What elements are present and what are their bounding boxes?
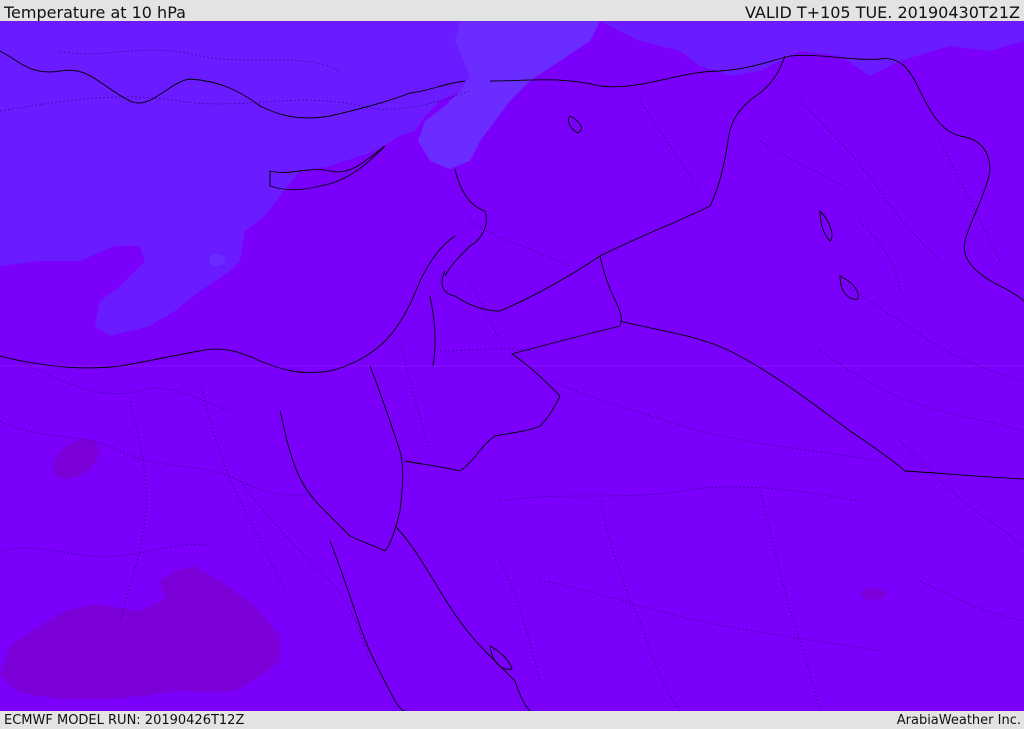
cool-patch [490,31,530,51]
model-run-label: ECMWF MODEL RUN: 20190426T12Z [4,713,245,728]
map-figure: Temperature at 10 hPa VALID T+105 TUE. 2… [0,0,1024,729]
map-svg [0,21,1024,711]
cool-patch-small [209,254,225,266]
footer-bar: ECMWF MODEL RUN: 20190426T12Z ArabiaWeat… [0,711,1024,729]
header-bar: Temperature at 10 hPa VALID T+105 TUE. 2… [0,0,1024,22]
warm-patch-east [861,588,887,600]
credit-label: ArabiaWeather Inc. [896,713,1021,728]
map-title: Temperature at 10 hPa [4,3,186,22]
valid-time-label: VALID T+105 TUE. 20190430T21Z [744,3,1020,22]
map-canvas [0,21,1024,711]
